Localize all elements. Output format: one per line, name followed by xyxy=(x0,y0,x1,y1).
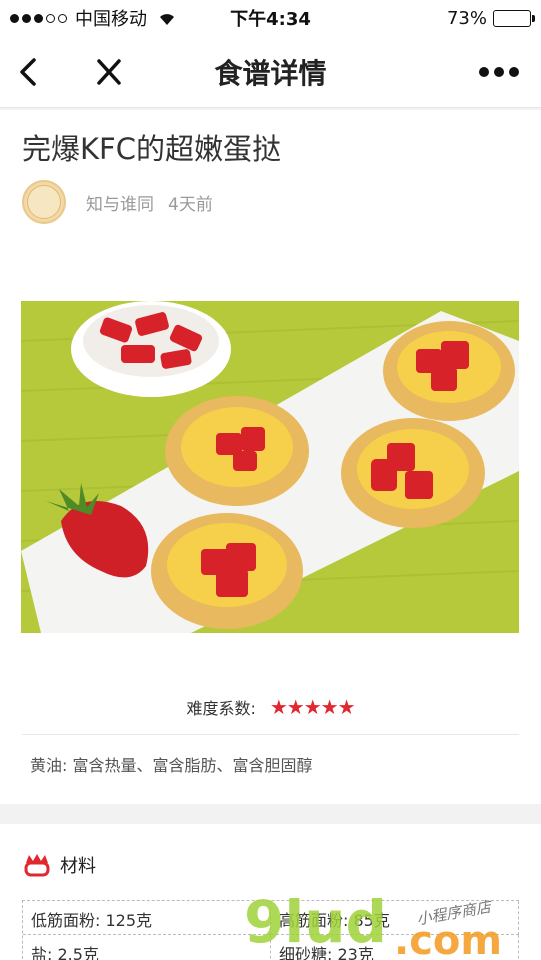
pot-icon xyxy=(24,854,50,877)
battery-indicator: 73% xyxy=(446,7,535,29)
signal-strength-icon xyxy=(10,13,67,23)
ingredient-note: 黄油: 富含热量、富含脂肪、富含胆固醇 xyxy=(30,756,313,775)
difficulty-stars: ★★★★★ xyxy=(269,695,356,719)
nav-bar: 食谱详情 xyxy=(0,36,541,108)
table-cell: 细砂糖: 23克 xyxy=(271,935,519,960)
egg-tart-image xyxy=(21,301,519,633)
carrier-name: 中国移动 xyxy=(75,9,147,30)
materials-header: 材料 xyxy=(24,852,96,878)
close-icon xyxy=(97,59,121,85)
materials-card: 材料 低筋面粉: 125克 高筋面粉: 85克 盐: 2.5克 细砂糖: 23克 xyxy=(0,824,541,960)
more-button[interactable] xyxy=(479,64,519,80)
author-row[interactable]: 知与谁同 4天前 xyxy=(22,180,213,224)
post-time: 4天前 xyxy=(168,194,213,215)
battery-percent: 73% xyxy=(446,7,487,29)
recipe-title: 完爆KFC的超嫩蛋挞 xyxy=(22,132,281,166)
wifi-icon xyxy=(157,10,177,26)
author-name[interactable]: 知与谁同 xyxy=(86,190,154,215)
table-cell: 高筋面粉: 85克 xyxy=(271,901,519,935)
close-button[interactable] xyxy=(94,56,124,88)
materials-table: 低筋面粉: 125克 高筋面粉: 85克 盐: 2.5克 细砂糖: 23克 xyxy=(22,900,519,960)
difficulty-label: 难度系数: xyxy=(186,699,256,718)
recipe-card: 完爆KFC的超嫩蛋挞 知与谁同 4天前 难度系数: ★★★★★ 黄油: 富含热量… xyxy=(0,110,541,804)
difficulty-row: 难度系数: ★★★★★ xyxy=(0,695,541,719)
more-dots-icon xyxy=(479,67,489,77)
table-cell: 低筋面粉: 125克 xyxy=(23,901,271,935)
status-bar: 中国移动 下午4:34 73% xyxy=(0,0,541,36)
battery-icon xyxy=(493,9,535,27)
divider xyxy=(22,734,519,735)
recipe-photo[interactable] xyxy=(21,301,519,633)
materials-title: 材料 xyxy=(60,856,96,877)
table-row: 盐: 2.5克 细砂糖: 23克 xyxy=(23,935,519,960)
chevron-left-icon xyxy=(20,58,36,86)
page-title: 食谱详情 xyxy=(214,56,327,90)
back-button[interactable] xyxy=(14,54,44,90)
table-row: 低筋面粉: 125克 高筋面粉: 85克 xyxy=(23,901,519,935)
table-cell: 盐: 2.5克 xyxy=(23,935,271,960)
avatar[interactable] xyxy=(22,180,66,224)
